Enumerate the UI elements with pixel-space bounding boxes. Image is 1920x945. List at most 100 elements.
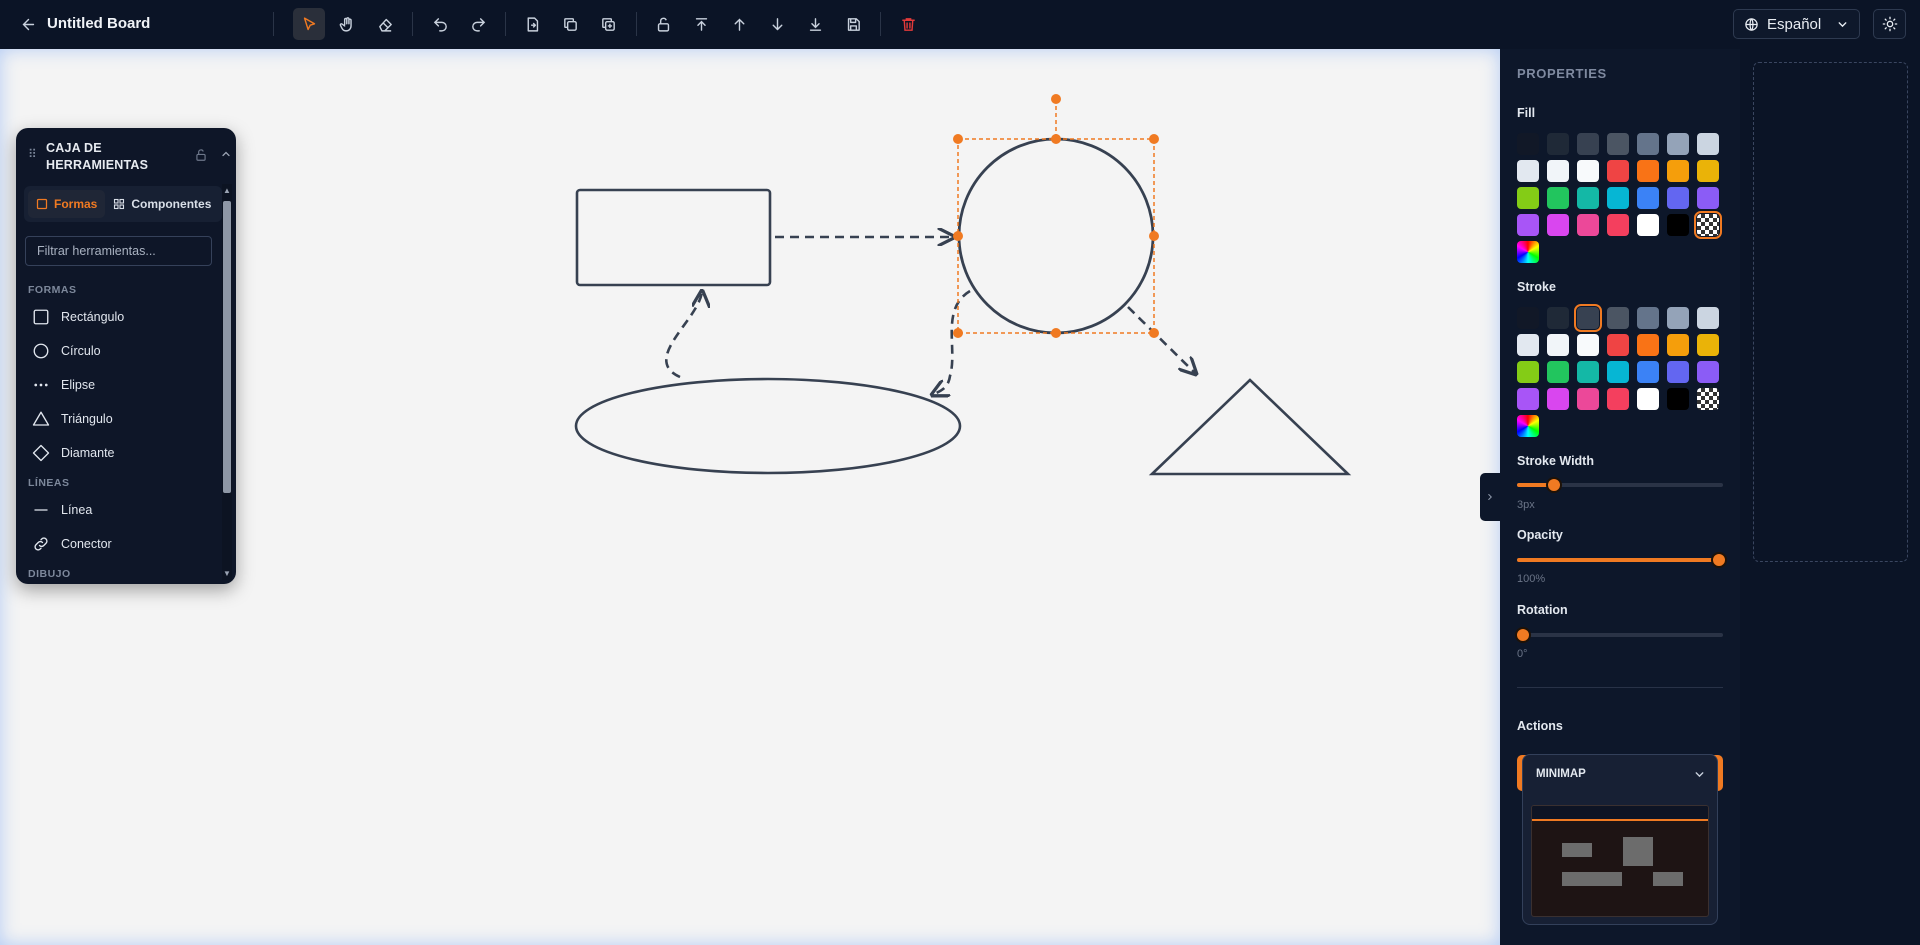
fill-swatch[interactable] [1577,160,1599,182]
minimap-header[interactable]: MINIMAP [1523,755,1719,793]
resize-handle[interactable] [953,328,963,338]
chevron-up-icon[interactable] [220,148,232,160]
ellipse-shape[interactable] [574,377,962,475]
rotation-slider[interactable] [1515,627,1723,643]
stroke-swatch[interactable] [1517,388,1539,410]
stroke-swatch[interactable] [1697,334,1719,356]
fill-swatch[interactable] [1694,211,1722,239]
triangle-shape[interactable] [1148,378,1352,476]
filter-tools-input[interactable] [25,236,212,266]
stroke-swatch[interactable] [1637,307,1659,329]
copy-icon[interactable] [554,8,586,40]
stroke-swatch[interactable] [1517,415,1539,437]
slider-thumb[interactable] [1546,477,1563,493]
stroke-swatch[interactable] [1547,361,1569,383]
bring-forward-icon[interactable] [723,8,755,40]
send-backward-icon[interactable] [761,8,793,40]
fill-swatch[interactable] [1517,241,1539,263]
resize-handle[interactable] [1051,328,1061,338]
fill-swatch[interactable] [1517,214,1539,236]
stroke-swatch[interactable] [1517,361,1539,383]
stroke-width-slider[interactable] [1517,477,1723,493]
stroke-swatch[interactable] [1667,361,1689,383]
stroke-swatch[interactable] [1517,334,1539,356]
collapse-panel-button[interactable] [1480,473,1500,521]
tool-connector[interactable]: Conector [32,530,112,558]
connector-ellipse-to-rect[interactable] [665,291,702,379]
fill-swatch[interactable] [1577,133,1599,155]
circle-shape[interactable] [957,137,1155,335]
fill-swatch[interactable] [1517,160,1539,182]
fill-swatch[interactable] [1547,160,1569,182]
resize-handle[interactable] [1149,134,1159,144]
resize-handle[interactable] [953,231,963,241]
fill-swatch[interactable] [1637,133,1659,155]
fill-swatch[interactable] [1637,160,1659,182]
stroke-swatch[interactable] [1667,334,1689,356]
stroke-swatch[interactable] [1577,334,1599,356]
fill-swatch[interactable] [1607,133,1629,155]
stroke-swatch[interactable] [1637,361,1659,383]
select-pointer-icon[interactable] [293,8,325,40]
redo-icon[interactable] [462,8,494,40]
fill-swatch[interactable] [1697,160,1719,182]
tool-ellipse[interactable]: Elipse [32,371,95,399]
fill-swatch[interactable] [1577,187,1599,209]
resize-handle[interactable] [953,134,963,144]
fill-swatch[interactable] [1607,160,1629,182]
connector-circle-to-ellipse[interactable] [932,289,971,395]
back-icon[interactable] [12,8,44,40]
fill-swatch[interactable] [1667,214,1689,236]
fill-swatch[interactable] [1517,187,1539,209]
slider-thumb[interactable] [1515,627,1531,643]
stroke-swatch[interactable] [1697,307,1719,329]
stroke-swatch[interactable] [1607,334,1629,356]
send-to-back-icon[interactable] [799,8,831,40]
fill-swatch[interactable] [1607,214,1629,236]
stroke-swatch[interactable] [1607,307,1629,329]
stroke-swatch[interactable] [1547,307,1569,329]
fill-swatch[interactable] [1667,160,1689,182]
stroke-swatch[interactable] [1607,361,1629,383]
rectangle-shape[interactable] [575,188,772,287]
toolbox-header[interactable]: ⠿ CAJA DE HERRAMIENTAS [16,128,236,178]
tab-formas[interactable]: Formas [28,190,106,218]
stroke-swatch[interactable] [1697,361,1719,383]
language-select[interactable]: Español [1733,9,1860,39]
stroke-swatch[interactable] [1697,388,1719,410]
scroll-down-arrow[interactable]: ▼ [223,570,231,578]
hand-pan-icon[interactable] [331,8,363,40]
resize-handle[interactable] [1149,231,1159,241]
tool-diamond[interactable]: Diamante [32,439,115,467]
stroke-swatch[interactable] [1607,388,1629,410]
eraser-icon[interactable] [369,8,401,40]
fill-swatch[interactable] [1547,187,1569,209]
fill-swatch[interactable] [1547,214,1569,236]
export-icon[interactable] [516,8,548,40]
tool-rectangle[interactable]: Rectángulo [32,303,124,331]
stroke-swatch[interactable] [1574,304,1602,332]
scrollbar-thumb[interactable] [223,201,231,493]
drag-handle-icon[interactable]: ⠿ [28,147,37,161]
tool-line[interactable]: Línea [32,496,92,524]
stroke-swatch[interactable] [1517,307,1539,329]
undo-icon[interactable] [424,8,456,40]
fill-swatch[interactable] [1697,133,1719,155]
unlock-icon[interactable] [647,8,679,40]
stroke-swatch[interactable] [1577,388,1599,410]
minimap-preview[interactable] [1531,805,1709,917]
stroke-swatch[interactable] [1667,307,1689,329]
stroke-swatch[interactable] [1577,361,1599,383]
tab-componentes[interactable]: Componentes [105,190,219,218]
stroke-swatch[interactable] [1637,334,1659,356]
fill-swatch[interactable] [1607,187,1629,209]
theme-toggle-button[interactable] [1873,9,1906,39]
tool-circle[interactable]: Círculo [32,337,101,365]
bring-to-front-icon[interactable] [685,8,717,40]
stroke-swatch[interactable] [1547,388,1569,410]
fill-swatch[interactable] [1517,133,1539,155]
fill-swatch[interactable] [1547,133,1569,155]
scroll-up-arrow[interactable]: ▲ [223,187,231,195]
opacity-slider[interactable] [1517,552,1727,568]
trash-icon[interactable] [892,8,924,40]
